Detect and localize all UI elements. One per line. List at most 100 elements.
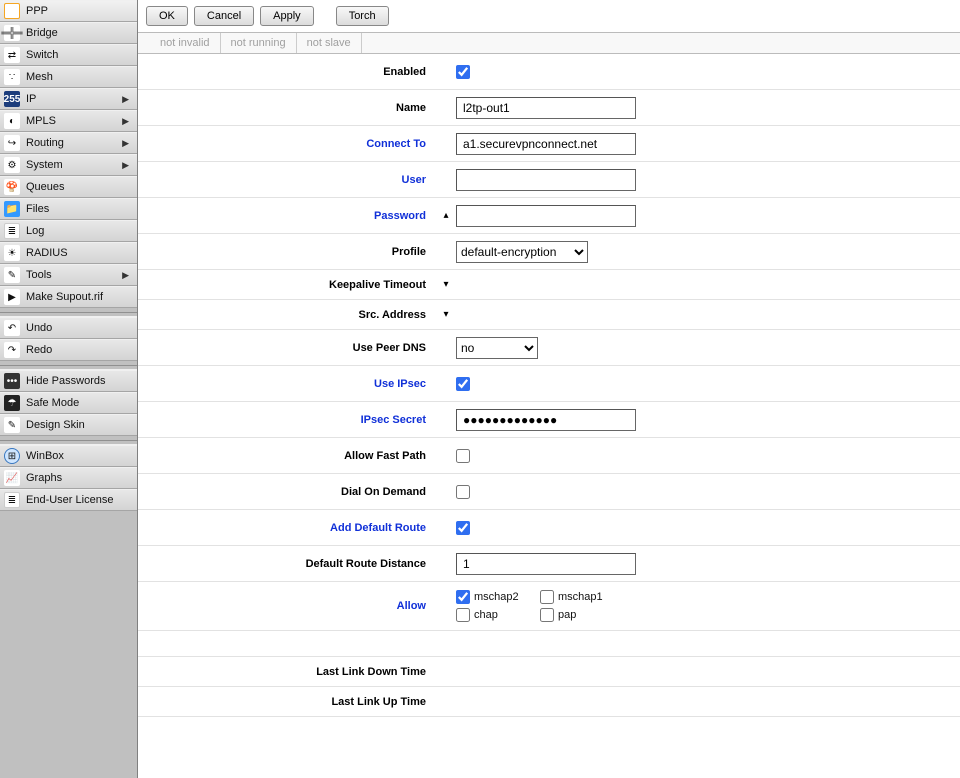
sidebar-item-switch[interactable]: ⇄ Switch	[0, 44, 137, 66]
sidebar-item-label: Graphs	[26, 472, 133, 484]
user-input[interactable]	[456, 169, 636, 191]
dial-on-demand-checkbox[interactable]	[456, 485, 470, 499]
sidebar-item-winbox[interactable]: ⊞WinBox	[0, 445, 137, 467]
sidebar-item-label: Mesh	[26, 71, 133, 83]
keepalive-expand-caret[interactable]: ▾	[436, 279, 456, 290]
sidebar-item-label: RADIUS	[26, 247, 133, 259]
connect-to-label: Connect To	[138, 138, 436, 150]
sidebar-item-label: Switch	[26, 49, 133, 61]
enabled-checkbox[interactable]	[456, 65, 470, 79]
sidebar-item-safe[interactable]: ☂ Safe Mode	[0, 392, 137, 414]
sidebar-item-label: PPP	[26, 5, 133, 17]
sidebar-item-label: Log	[26, 225, 133, 237]
status-not-slave: not slave	[297, 33, 362, 53]
status-not-invalid: not invalid	[138, 33, 221, 53]
toolbar: OK Cancel Apply Torch	[138, 0, 960, 32]
name-label: Name	[138, 102, 436, 114]
use-ipsec-checkbox[interactable]	[456, 377, 470, 391]
sidebar-item-label: Files	[26, 203, 133, 215]
sidebar-item-hidepw[interactable]: •••Hide Passwords	[0, 370, 137, 392]
sidebar-item-redo[interactable]: ↷ Redo	[0, 339, 137, 361]
redo-icon: ↷	[4, 342, 20, 358]
sidebar-item-label: Queues	[26, 181, 133, 193]
last-link-up-time-label: Last Link Up Time	[138, 696, 436, 708]
safe-icon: ☂	[4, 395, 20, 411]
add-default-route-checkbox[interactable]	[456, 521, 470, 535]
sidebar: PPP ═╬═ Bridge ⇄ Switch ∵ Mesh 255IP▶◐MPLS▶ ↪ Rou…	[0, 0, 138, 778]
allow-mschap1-label: mschap1	[558, 591, 603, 603]
graphs-icon: 📈	[4, 470, 20, 486]
last-link-down-time-label: Last Link Down Time	[138, 666, 436, 678]
sidebar-item-eul[interactable]: ≣End-User License	[0, 489, 137, 511]
allow-fast-path-label: Allow Fast Path	[138, 450, 436, 462]
allow-mschap2-checkbox[interactable]	[456, 590, 470, 604]
form: Enabled Name Connect To	[138, 54, 960, 778]
profile-select[interactable]: default-encryption	[456, 241, 588, 263]
allow-fast-path-checkbox[interactable]	[456, 449, 470, 463]
chevron-right-icon: ▶	[122, 94, 129, 105]
connect-to-input[interactable]	[456, 133, 636, 155]
sidebar-item-log[interactable]: ≣Log	[0, 220, 137, 242]
sidebar-item-bridge[interactable]: ═╬═ Bridge	[0, 22, 137, 44]
sidebar-item-radius[interactable]: ☀RADIUS	[0, 242, 137, 264]
queues-icon: 🍄	[4, 179, 20, 195]
supout-icon: ▶	[4, 289, 20, 305]
enabled-label: Enabled	[138, 66, 436, 78]
sidebar-item-ip[interactable]: 255IP▶	[0, 88, 137, 110]
system-icon: ⚙	[4, 157, 20, 173]
password-input[interactable]	[456, 205, 636, 227]
sidebar-item-tools[interactable]: ✎Tools▶	[0, 264, 137, 286]
route-icon: ↪	[4, 135, 20, 151]
ppp-icon	[4, 3, 20, 19]
switch-icon: ⇄	[4, 47, 20, 63]
allow-label: Allow	[138, 600, 436, 612]
allow-chap-checkbox[interactable]	[456, 608, 470, 622]
bridge-icon: ═╬═	[4, 25, 20, 41]
mesh-icon: ∵	[4, 69, 20, 85]
sidebar-item-supout[interactable]: ▶ Make Supout.rif	[0, 286, 137, 308]
sidebar-item-label: Bridge	[26, 27, 133, 39]
sidebar-item-ppp[interactable]: PPP	[0, 0, 137, 22]
cancel-button[interactable]: Cancel	[194, 6, 254, 26]
sidebar-item-label: IP	[26, 93, 122, 105]
sidebar-item-queues[interactable]: 🍄 Queues	[0, 176, 137, 198]
main-content: OK Cancel Apply Torch not invalid not ru…	[138, 0, 960, 778]
allow-pap-checkbox[interactable]	[540, 608, 554, 622]
chevron-right-icon: ▶	[122, 160, 129, 171]
sidebar-item-design[interactable]: ✎Design Skin	[0, 414, 137, 436]
torch-button[interactable]: Torch	[336, 6, 389, 26]
default-route-distance-input[interactable]	[456, 553, 636, 575]
allow-mschap2-label: mschap2	[474, 591, 519, 603]
sidebar-item-label: Make Supout.rif	[26, 291, 133, 303]
sidebar-item-undo[interactable]: ↶Undo	[0, 317, 137, 339]
sidebar-item-mesh[interactable]: ∵ Mesh	[0, 66, 137, 88]
sidebar-item-routing[interactable]: ↪Routing▶	[0, 132, 137, 154]
apply-button[interactable]: Apply	[260, 6, 314, 26]
sidebar-item-label: Undo	[26, 322, 133, 334]
sidebar-item-label: Tools	[26, 269, 122, 281]
sidebar-item-label: Hide Passwords	[26, 375, 133, 387]
sidebar-item-label: Routing	[26, 137, 122, 149]
use-ipsec-label: Use IPsec	[138, 378, 436, 390]
sidebar-item-mpls[interactable]: ◐MPLS▶	[0, 110, 137, 132]
ipsec-secret-label: IPsec Secret	[138, 414, 436, 426]
ipsec-secret-input[interactable]	[456, 409, 636, 431]
sidebar-item-files[interactable]: 📁 Files	[0, 198, 137, 220]
sidebar-item-system[interactable]: ⚙System▶	[0, 154, 137, 176]
eul-icon: ≣	[4, 492, 20, 508]
chevron-right-icon: ▶	[122, 270, 129, 281]
sidebar-item-label: Safe Mode	[26, 397, 133, 409]
use-peer-dns-select[interactable]: no	[456, 337, 538, 359]
chevron-right-icon: ▶	[122, 116, 129, 127]
ok-button[interactable]: OK	[146, 6, 188, 26]
sidebar-item-label: Redo	[26, 344, 133, 356]
sidebar-item-graphs[interactable]: 📈 Graphs	[0, 467, 137, 489]
allow-chap-label: chap	[474, 609, 498, 621]
mpls-icon: ◐	[4, 113, 20, 129]
password-collapse-caret[interactable]: ▴	[436, 210, 456, 221]
name-input[interactable]	[456, 97, 636, 119]
src-address-expand-caret[interactable]: ▾	[436, 309, 456, 320]
use-peer-dns-label: Use Peer DNS	[138, 342, 436, 354]
allow-mschap1-checkbox[interactable]	[540, 590, 554, 604]
files-icon: 📁	[4, 201, 20, 217]
